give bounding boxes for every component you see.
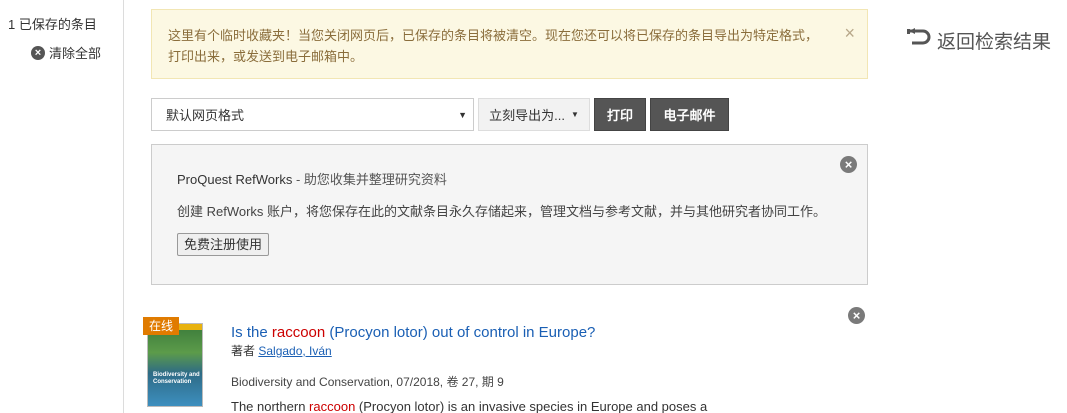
abstract-highlight: raccoon	[309, 399, 356, 413]
email-button[interactable]: 电子邮件	[650, 98, 729, 131]
return-arrow-icon	[906, 27, 932, 54]
refworks-tagline: - 助您收集并整理研究资料	[292, 172, 447, 187]
clear-all-button[interactable]: × 清除全部	[31, 43, 101, 62]
abstract-text: The northern	[231, 399, 310, 413]
title-text: Is the	[231, 324, 272, 341]
result-title-link[interactable]: Is the raccoon (Procyon lotor) out of co…	[231, 324, 871, 341]
back-to-results-link[interactable]: 返回检索结果	[906, 27, 1051, 54]
journal-cover-thumbnail[interactable]: Biodiversity and Conservation	[147, 323, 203, 407]
caret-down-icon: ▼	[458, 109, 467, 120]
saved-items-sidebar: 1 已保存的条目 × 清除全部	[0, 0, 124, 413]
close-icon[interactable]: ×	[840, 156, 857, 173]
cover-title: Biodiversity and Conservation	[153, 372, 200, 385]
remove-item-icon[interactable]: ×	[848, 307, 865, 324]
online-badge: 在线	[143, 317, 180, 335]
refworks-promo: ProQuest RefWorks - 助您收集并整理研究资料 创建 RefWo…	[151, 144, 868, 285]
free-signup-button[interactable]: 免费注册使用	[177, 233, 270, 256]
abstract-snippet: The northern raccoon (Procyon lotor) is …	[231, 399, 871, 413]
export-toolbar: 默认网页格式 ▼ 立刻导出为... ▼ 打印 电子邮件	[151, 98, 729, 131]
refworks-brand: ProQuest RefWorks	[177, 172, 293, 187]
author-line: 著者 Salgado, Iván	[231, 342, 871, 359]
title-text-end: (Procyon lotor) out of control in Europe…	[325, 324, 596, 341]
result-item: Is the raccoon (Procyon lotor) out of co…	[231, 324, 871, 413]
format-select[interactable]: 默认网页格式 ▼	[151, 98, 474, 131]
close-icon[interactable]: ×	[844, 24, 855, 42]
refworks-description: 创建 RefWorks 账户，将您保存在此的文献条目永久存储起来，管理文档与参考…	[177, 204, 827, 219]
temporary-folder-notice: 这里有个临时收藏夹！当您关闭网页后，已保存的条目将被清空。现在您还可以将已保存的…	[151, 9, 868, 79]
caret-down-icon: ▼	[570, 110, 579, 119]
refworks-title: ProQuest RefWorks - 助您收集并整理研究资料	[177, 169, 867, 188]
abstract-text-end: (Procyon lotor) is an invasive species i…	[355, 399, 708, 413]
author-link[interactable]: Salgado, Iván	[258, 344, 331, 358]
notice-text: 这里有个临时收藏夹！当您关闭网页后，已保存的条目将被清空。现在您还可以将已保存的…	[168, 28, 819, 64]
clear-x-icon: ×	[31, 45, 45, 60]
title-highlight: raccoon	[271, 324, 326, 341]
clear-all-label: 清除全部	[49, 46, 102, 61]
back-label: 返回检索结果	[937, 32, 1052, 53]
source-line: Biodiversity and Conservation, 07/2018, …	[231, 375, 504, 389]
print-button[interactable]: 打印	[594, 98, 646, 131]
export-dropdown-button[interactable]: 立刻导出为... ▼	[478, 98, 590, 131]
format-selected-value: 默认网页格式	[166, 108, 245, 123]
saved-count-label: 1 已保存的条目	[8, 17, 97, 32]
author-prefix: 著者	[231, 344, 259, 358]
export-label: 立刻导出为...	[489, 108, 565, 123]
